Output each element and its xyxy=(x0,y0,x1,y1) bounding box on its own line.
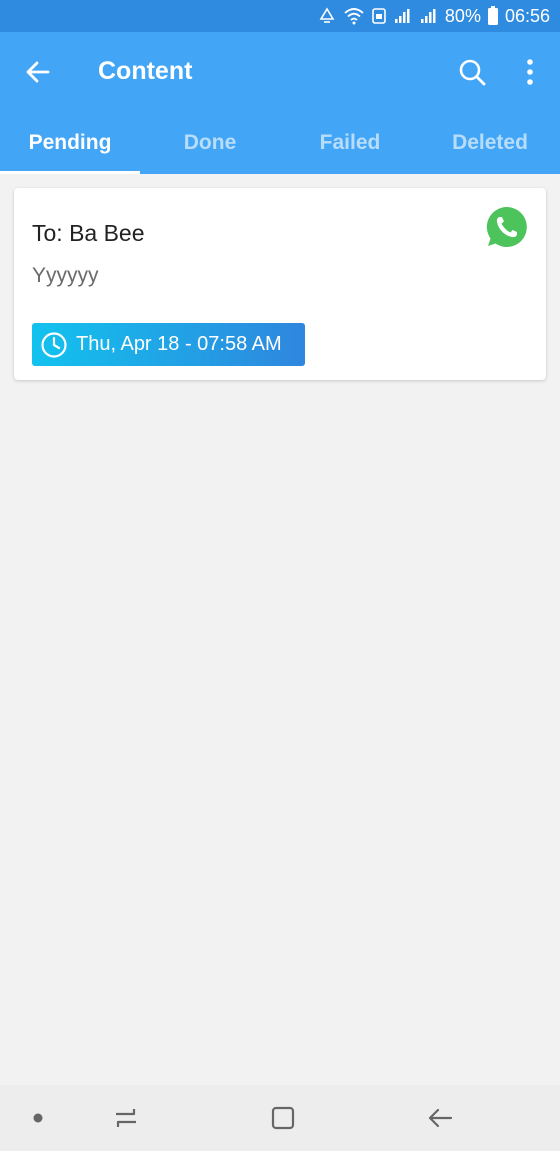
back-nav-button[interactable] xyxy=(423,1101,457,1135)
more-vert-icon xyxy=(527,59,533,85)
search-button[interactable] xyxy=(452,52,492,92)
tab-pending[interactable]: Pending xyxy=(0,112,140,174)
signal-icon xyxy=(419,7,439,25)
wifi-icon xyxy=(343,7,365,25)
message-card[interactable]: To: Ba Bee Yyyyyy Thu, Apr 18 - 07:58 AM xyxy=(14,188,546,380)
tab-bar: Pending Done Failed Deleted xyxy=(0,112,560,174)
more-options-button[interactable] xyxy=(510,52,550,92)
arrow-back-icon xyxy=(26,61,50,83)
recent-apps-button[interactable] xyxy=(109,1101,143,1135)
status-bar: 80% 06:56 xyxy=(0,0,560,32)
page-title: Content xyxy=(98,57,193,85)
tab-done[interactable]: Done xyxy=(140,112,280,174)
signal-icon xyxy=(393,7,413,25)
home-button[interactable] xyxy=(266,1101,300,1135)
nav-dot-button[interactable] xyxy=(21,1101,55,1135)
tab-failed[interactable]: Failed xyxy=(280,112,420,174)
search-icon xyxy=(459,59,486,86)
sim-icon xyxy=(371,7,387,25)
back-icon xyxy=(428,1108,453,1128)
whatsapp-icon xyxy=(486,206,527,247)
battery-icon xyxy=(487,6,499,26)
dot-icon xyxy=(33,1113,43,1123)
home-icon xyxy=(271,1106,295,1130)
tab-deleted[interactable]: Deleted xyxy=(420,112,560,174)
system-nav-bar xyxy=(0,1085,560,1151)
clock-time: 06:56 xyxy=(504,5,550,26)
scheduled-time-chip: Thu, Apr 18 - 07:58 AM xyxy=(32,323,305,366)
back-button[interactable] xyxy=(18,52,58,92)
battery-percent: 80% xyxy=(444,5,481,26)
recycle-icon xyxy=(317,7,337,25)
message-preview: Yyyyyy xyxy=(32,264,99,287)
recipient-label: To: Ba Bee xyxy=(32,220,145,246)
recent-apps-icon xyxy=(116,1109,136,1127)
app-bar: Content xyxy=(0,32,560,112)
scheduled-time: Thu, Apr 18 - 07:58 AM xyxy=(76,333,282,355)
clock-icon xyxy=(41,331,67,358)
